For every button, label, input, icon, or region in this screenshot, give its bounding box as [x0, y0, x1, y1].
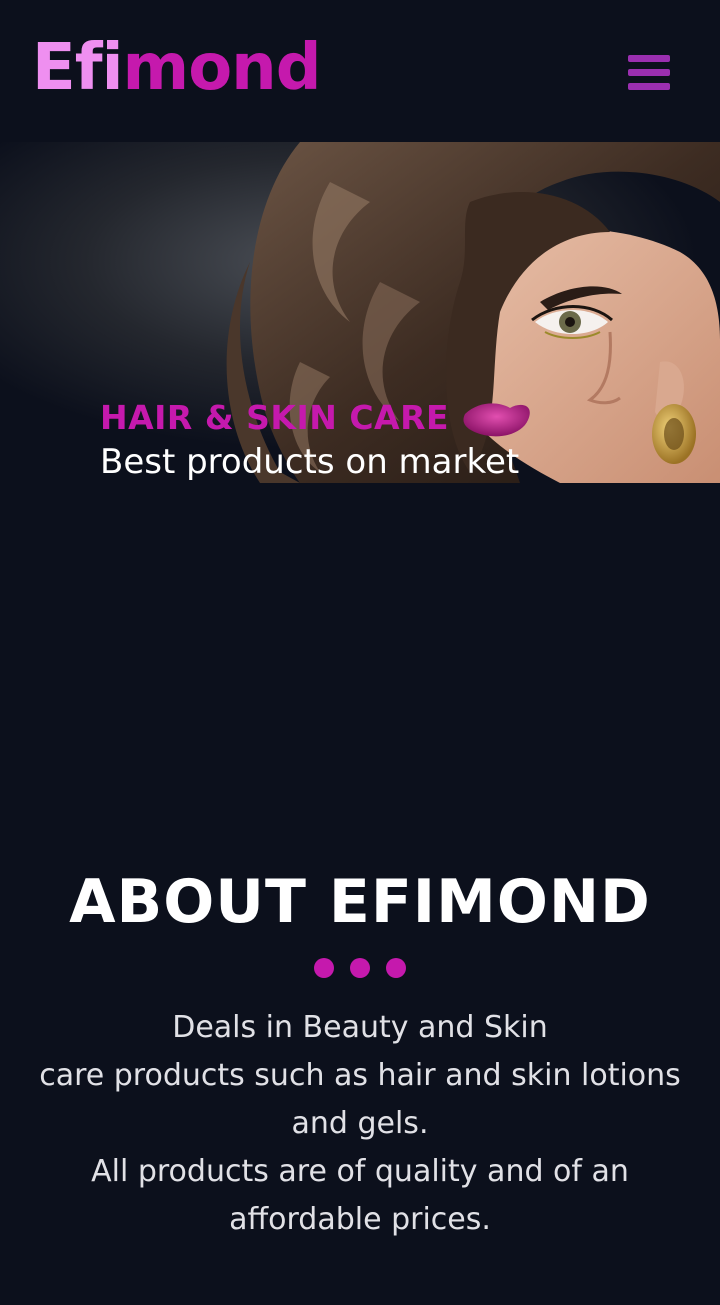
hamburger-menu-icon[interactable] [622, 50, 676, 96]
logo-part-efi: Efi [32, 31, 123, 105]
menu-bar [628, 69, 670, 76]
hero-banner: HAIR & SKIN CARE Best products on market [0, 142, 720, 483]
hero-caption: HAIR & SKIN CARE Best products on market [100, 398, 519, 482]
menu-bar [628, 83, 670, 90]
about-line: affordable prices. [229, 1202, 491, 1237]
hero-kicker: HAIR & SKIN CARE [100, 398, 450, 437]
hero-subtitle: Best products on market [100, 442, 520, 482]
section-divider-dots [0, 956, 720, 996]
about-description: Deals in Beauty and Skin care products s… [0, 1004, 720, 1244]
divider-dot [386, 958, 406, 978]
menu-bar [628, 55, 670, 62]
divider-dot [314, 958, 334, 978]
logo-part-mond: mond [122, 31, 322, 105]
about-heading: ABOUT EFIMOND [69, 867, 651, 937]
about-section: ABOUT EFIMOND Deals in Beauty and Skin c… [0, 860, 720, 1280]
about-line: and gels. [291, 1106, 429, 1141]
about-line: Deals in Beauty and Skin [172, 1010, 548, 1045]
site-header: Efimond [0, 0, 720, 142]
about-line: care products such as hair and skin loti… [39, 1058, 681, 1093]
about-line: All products are of quality and of an [91, 1154, 629, 1189]
site-logo[interactable]: Efimond [32, 28, 322, 108]
divider-dot [350, 958, 370, 978]
